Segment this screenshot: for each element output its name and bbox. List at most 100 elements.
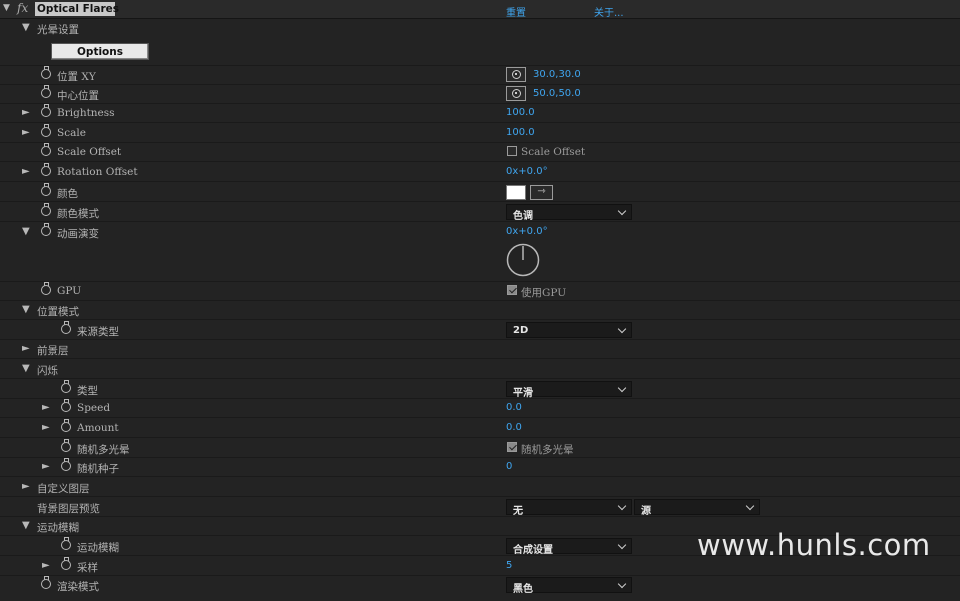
dropdown-value: 合成设置	[513, 545, 553, 556]
expand-triangle-icon[interactable]: ▼	[22, 520, 30, 531]
param-value[interactable]: 5	[506, 560, 512, 571]
checkbox-label: Scale Offset	[521, 146, 586, 158]
scale-offset-checkbox[interactable]	[507, 146, 517, 156]
row-center-position: 中心位置 50.0,50.0	[0, 85, 960, 104]
param-label: 中心位置	[57, 90, 99, 102]
fx-icon[interactable]: fx	[17, 1, 28, 15]
reset-link[interactable]: 重置	[506, 4, 526, 19]
param-label: 随机种子	[77, 463, 119, 475]
watermark-text: www.hunls.com	[697, 528, 931, 562]
random-flares-checkbox[interactable]	[507, 442, 517, 452]
color-mode-dropdown[interactable]: 色调	[506, 204, 632, 222]
expand-triangle-icon[interactable]: ►	[22, 107, 30, 118]
param-value[interactable]: 50.0,50.0	[533, 88, 581, 99]
param-label: Scale	[57, 127, 86, 139]
param-value[interactable]: 0x+0.0°	[506, 226, 548, 237]
expand-triangle-icon[interactable]: ►	[42, 560, 50, 571]
stopwatch-icon[interactable]	[41, 223, 51, 236]
dropdown-value: 源	[641, 506, 651, 517]
flicker-type-dropdown[interactable]: 平滑	[506, 381, 632, 399]
param-label: 背景图层预览	[37, 503, 100, 515]
bg-layer-dropdown[interactable]: 无	[506, 499, 632, 517]
stopwatch-icon[interactable]	[41, 576, 51, 589]
gpu-checkbox[interactable]	[507, 285, 517, 295]
stopwatch-icon[interactable]	[41, 203, 51, 216]
stopwatch-icon[interactable]	[41, 85, 51, 98]
expand-triangle-icon[interactable]: ▼	[22, 226, 30, 237]
chevron-down-icon	[617, 383, 627, 393]
param-label: Brightness	[57, 107, 115, 119]
section-halo-settings: ▼ 光晕设置 Options	[0, 19, 960, 66]
section-label: 运动模糊	[37, 522, 79, 534]
effect-name[interactable]: Optical Flares	[37, 3, 119, 15]
expand-triangle-icon[interactable]: ►	[22, 481, 30, 492]
source-type-dropdown[interactable]: 2D	[506, 322, 632, 338]
section-label: 闪烁	[37, 365, 58, 377]
render-mode-dropdown[interactable]: 黑色	[506, 577, 632, 595]
stopwatch-icon[interactable]	[41, 282, 51, 295]
checkbox-label: 使用GPU	[521, 287, 567, 299]
motion-blur-dropdown[interactable]: 合成设置	[506, 538, 632, 556]
stopwatch-icon[interactable]	[61, 399, 71, 412]
param-label: Scale Offset	[57, 146, 122, 158]
stopwatch-icon[interactable]	[41, 66, 51, 79]
param-value[interactable]: 30.0,30.0	[533, 69, 581, 80]
section-label: 自定义图层	[37, 483, 90, 495]
section-foreground: ► 前景层	[0, 340, 960, 359]
param-value[interactable]: 100.0	[506, 127, 535, 138]
param-value[interactable]: 0.0	[506, 402, 522, 413]
param-value[interactable]: 0	[506, 461, 512, 472]
stopwatch-icon[interactable]	[41, 163, 51, 176]
param-value[interactable]: 0.0	[506, 422, 522, 433]
row-render-mode: 渲染模式 黑色	[0, 576, 960, 595]
color-swatch[interactable]	[506, 185, 526, 200]
stopwatch-icon[interactable]	[61, 380, 71, 393]
expand-triangle-icon[interactable]: ►	[42, 461, 50, 472]
param-value[interactable]: 0x+0.0°	[506, 166, 548, 177]
stopwatch-icon[interactable]	[61, 557, 71, 570]
stopwatch-icon[interactable]	[61, 458, 71, 471]
param-label: 位置 XY	[57, 71, 96, 83]
expand-triangle-icon[interactable]: ►	[42, 402, 50, 413]
row-bg-preview: 背景图层预览 无 源	[0, 498, 960, 517]
stopwatch-icon[interactable]	[41, 183, 51, 196]
rotation-dial[interactable]	[506, 243, 542, 279]
options-button-label: Options	[77, 46, 123, 58]
stopwatch-icon[interactable]	[41, 143, 51, 156]
stopwatch-icon[interactable]	[61, 419, 71, 432]
stopwatch-icon[interactable]	[61, 321, 71, 334]
param-label: 采样	[77, 562, 98, 574]
collapse-triangle-icon[interactable]: ▼	[3, 3, 10, 13]
expand-triangle-icon[interactable]: ►	[22, 127, 30, 138]
expand-triangle-icon[interactable]: ▼	[22, 363, 30, 374]
expand-triangle-icon[interactable]: ►	[22, 343, 30, 354]
dropdown-value: 无	[513, 506, 523, 517]
expand-triangle-icon[interactable]: ▼	[22, 22, 30, 33]
expand-triangle-icon[interactable]: ►	[22, 166, 30, 177]
section-label: 前景层	[37, 345, 69, 357]
point-picker-icon[interactable]	[506, 86, 526, 101]
param-label: Speed	[77, 402, 111, 414]
stopwatch-icon[interactable]	[61, 439, 71, 452]
point-picker-icon[interactable]	[506, 67, 526, 82]
param-label: 运动模糊	[77, 542, 119, 554]
section-flicker: ▼ 闪烁	[0, 360, 960, 379]
expand-triangle-icon[interactable]: ►	[42, 422, 50, 433]
options-button[interactable]: Options	[51, 43, 149, 60]
section-label: 位置模式	[37, 306, 79, 318]
expand-triangle-icon[interactable]: ▼	[22, 304, 30, 315]
eyedropper-icon[interactable]: ⇾	[530, 185, 553, 200]
dropdown-value: 平滑	[513, 388, 533, 399]
row-amount: ► Amount 0.0	[0, 419, 960, 438]
stopwatch-icon[interactable]	[41, 124, 51, 137]
bg-source-dropdown[interactable]: 源	[634, 499, 760, 517]
checkbox-label: 随机多光晕	[521, 444, 574, 456]
param-label: Amount	[77, 422, 119, 434]
dropdown-value: 色调	[513, 211, 533, 222]
chevron-down-icon	[617, 540, 627, 550]
stopwatch-icon[interactable]	[61, 537, 71, 550]
about-link[interactable]: 关于...	[594, 4, 624, 19]
stopwatch-icon[interactable]	[41, 104, 51, 117]
param-value[interactable]: 100.0	[506, 107, 535, 118]
row-flicker-type: 类型 平滑	[0, 380, 960, 399]
